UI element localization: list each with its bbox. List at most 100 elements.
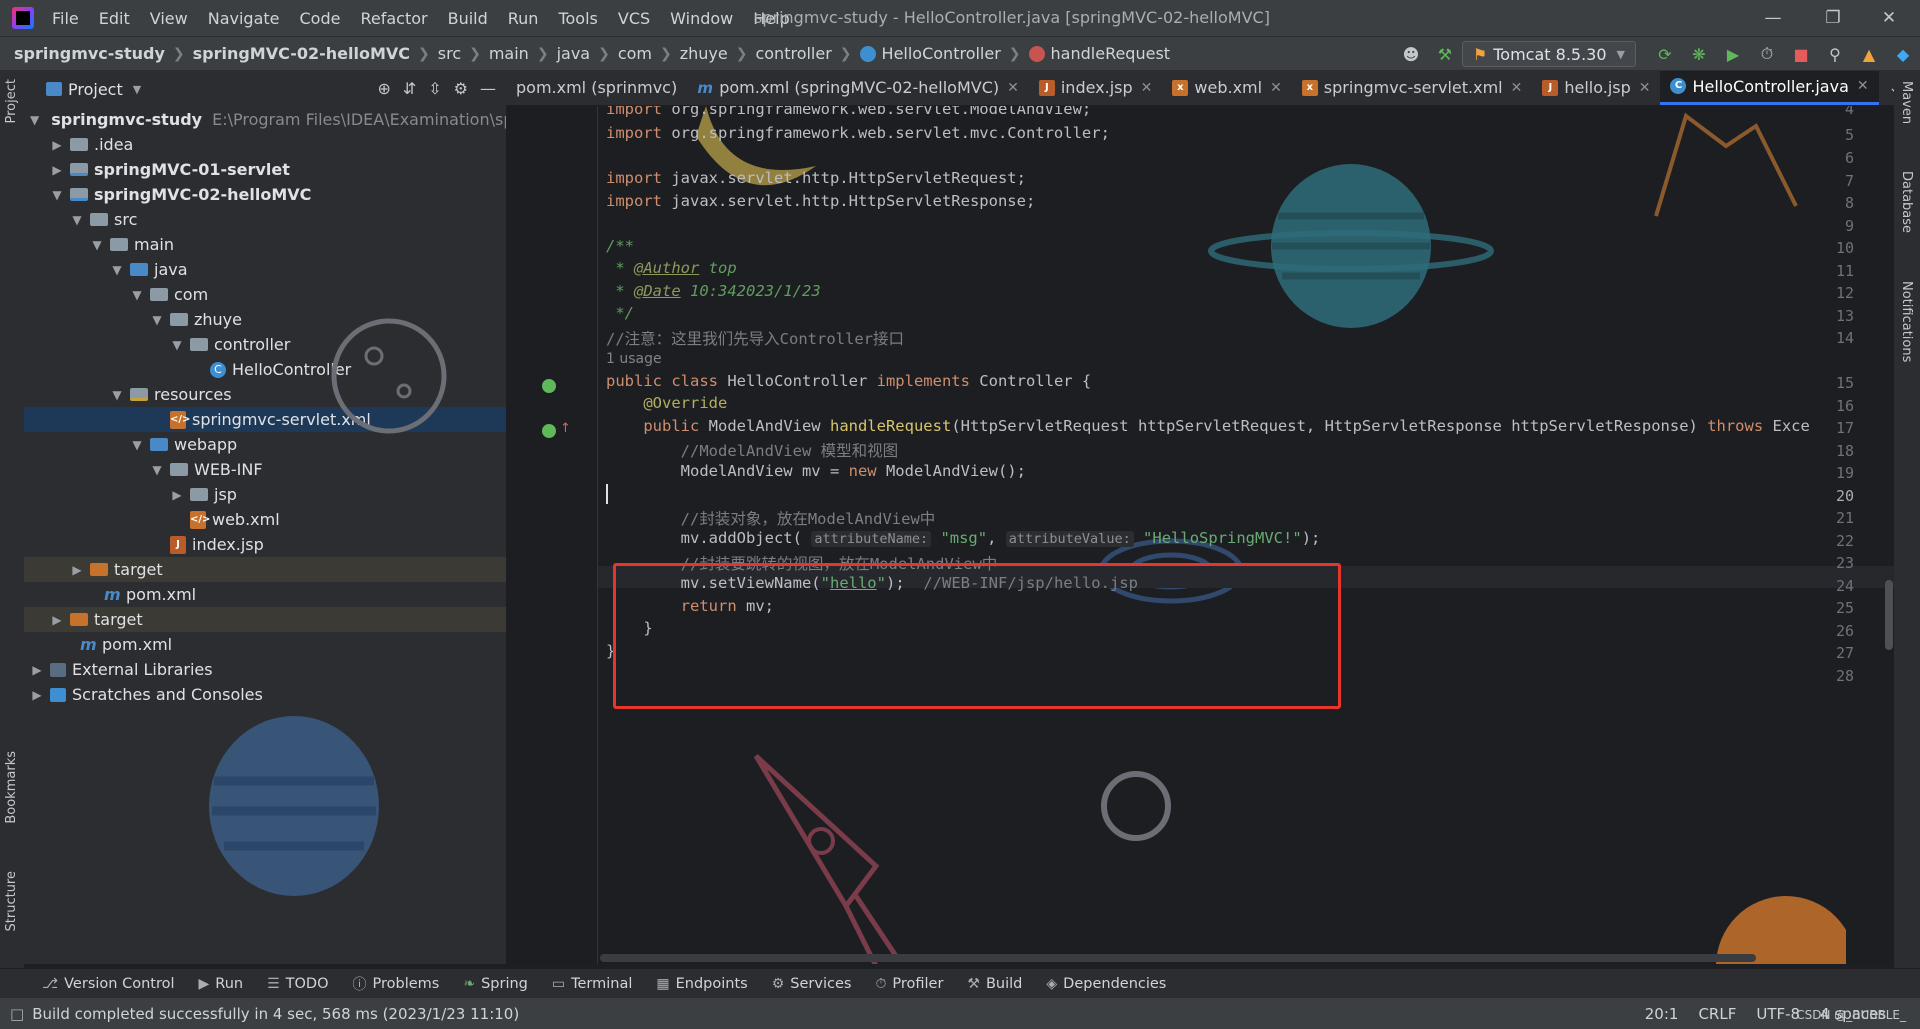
- vertical-scrollbar[interactable]: [1885, 580, 1893, 650]
- tool-problems[interactable]: ⓘ Problems: [353, 974, 440, 994]
- coverage-icon[interactable]: ▶: [1722, 43, 1744, 65]
- close-tab-icon[interactable]: ✕: [1141, 80, 1153, 96]
- build-hammer-icon[interactable]: ⚒: [1434, 43, 1456, 65]
- code-editor[interactable]: 4 5 6 7 8 9 10 11 12 13 14 15 16 17 18 1…: [506, 106, 1894, 964]
- collapse-all-icon[interactable]: ⇳: [428, 79, 441, 98]
- tool-spring[interactable]: ❧ Spring: [463, 976, 528, 992]
- tool-version-control[interactable]: ⎇ Version Control: [42, 976, 174, 992]
- menu-run[interactable]: Run: [508, 9, 539, 28]
- breadcrumb-module[interactable]: springMVC-02-helloMVC: [193, 44, 410, 63]
- implement-gutter-icon[interactable]: [542, 424, 556, 438]
- run-configuration-select[interactable]: ⚑ Tomcat 8.5.30 ▼: [1461, 41, 1636, 67]
- file-encoding[interactable]: UTF-8: [1756, 1005, 1800, 1023]
- tree-item[interactable]: ▼ springmvc-study E:\Program Files\IDEA\E…: [24, 107, 506, 132]
- toolbox-icon[interactable]: ◆: [1892, 43, 1914, 65]
- tool-run[interactable]: ▶ Run: [198, 976, 243, 992]
- debug-icon[interactable]: ❋: [1688, 43, 1710, 65]
- tool-dependencies[interactable]: ◈ Dependencies: [1046, 976, 1166, 992]
- override-gutter-icon[interactable]: ↑: [560, 421, 571, 436]
- tree-item[interactable]: ▼ com: [24, 282, 506, 307]
- tree-item[interactable]: J index.jsp: [24, 532, 506, 557]
- close-tab-icon[interactable]: ✕: [1511, 80, 1523, 96]
- expand-all-icon[interactable]: ⇵: [403, 79, 416, 98]
- chevron-down-icon[interactable]: ▼: [133, 83, 141, 96]
- breadcrumb-project[interactable]: springmvc-study: [14, 44, 165, 63]
- tree-item[interactable]: ▼ resources: [24, 382, 506, 407]
- close-tab-icon[interactable]: ✕: [1007, 80, 1019, 96]
- settings-gear-icon[interactable]: ⚙: [454, 79, 468, 98]
- tree-item[interactable]: m pom.xml: [24, 632, 506, 657]
- project-panel-title[interactable]: Project: [68, 80, 123, 99]
- tool-todo[interactable]: ☰ TODO: [267, 976, 328, 992]
- maven-tool-button[interactable]: Maven: [1899, 81, 1914, 124]
- tab-hello-jsp[interactable]: J hello.jsp ✕: [1532, 71, 1660, 105]
- menu-refactor[interactable]: Refactor: [360, 9, 427, 28]
- tree-item[interactable]: ▶ Scratches and Consoles: [24, 682, 506, 707]
- tab-pom-sprinmvc[interactable]: pom.xml (sprinmvc): [506, 71, 687, 105]
- tree-item[interactable]: ▶ target: [24, 607, 506, 632]
- chevron-up-icon[interactable]: ⌃: [1847, 106, 1859, 108]
- tree-item[interactable]: ▼ java: [24, 257, 506, 282]
- status-message[interactable]: Build completed successfully in 4 sec, 5…: [32, 1005, 519, 1023]
- project-tool-button[interactable]: Project: [4, 79, 19, 123]
- line-separator[interactable]: CRLF: [1698, 1005, 1736, 1023]
- tree-item[interactable]: ▶ jsp: [24, 482, 506, 507]
- profile-icon[interactable]: ⏱: [1756, 43, 1778, 65]
- tree-item[interactable]: ▶ .idea: [24, 132, 506, 157]
- restore-icon[interactable]: ❐: [1810, 4, 1856, 32]
- tree-item[interactable]: ▼ WEB-INF: [24, 457, 506, 482]
- notifications-tool-button[interactable]: Notifications: [1899, 281, 1914, 362]
- tree-item[interactable]: ▼ springMVC-02-helloMVC: [24, 182, 506, 207]
- tree-item[interactable]: ▼ webapp: [24, 432, 506, 457]
- breadcrumb-src[interactable]: src: [438, 44, 461, 63]
- menu-tools[interactable]: Tools: [558, 9, 597, 28]
- editor-gutter[interactable]: [506, 106, 598, 964]
- breadcrumb-method[interactable]: handleRequest: [1051, 44, 1171, 63]
- close-tab-icon[interactable]: ✕: [1270, 80, 1282, 96]
- breadcrumb-zhuye[interactable]: zhuye: [680, 44, 728, 63]
- breadcrumb-class[interactable]: HelloController: [882, 44, 1001, 63]
- close-window-icon[interactable]: ✕: [1866, 4, 1912, 32]
- hide-icon[interactable]: —: [480, 79, 496, 98]
- tree-item[interactable]: ▶ target: [24, 557, 506, 582]
- menu-vcs[interactable]: VCS: [618, 9, 650, 28]
- database-tool-button[interactable]: Database: [1899, 171, 1914, 233]
- menu-window[interactable]: Window: [670, 9, 733, 28]
- tool-profiler[interactable]: ⏱ Profiler: [875, 976, 943, 992]
- breadcrumb-com[interactable]: com: [618, 44, 652, 63]
- locate-icon[interactable]: ⊕: [377, 79, 390, 98]
- menu-edit[interactable]: Edit: [99, 9, 130, 28]
- menu-code[interactable]: Code: [300, 9, 341, 28]
- user-icon[interactable]: ☻: [1400, 43, 1422, 65]
- tree-item[interactable]: ▼ controller: [24, 332, 506, 357]
- menu-build[interactable]: Build: [448, 9, 488, 28]
- stop-icon[interactable]: ■: [1790, 43, 1812, 65]
- run-gutter-icon[interactable]: [542, 379, 556, 393]
- breadcrumb-main[interactable]: main: [489, 44, 529, 63]
- menu-navigate[interactable]: Navigate: [208, 9, 280, 28]
- tab-list-dropdown[interactable]: ⌄: [1879, 71, 1894, 105]
- tab-pom-hellomvc[interactable]: m pom.xml (springMVC-02-helloMVC) ✕: [687, 71, 1029, 105]
- rerun-icon[interactable]: ⟳: [1654, 43, 1676, 65]
- tree-item[interactable]: m pom.xml: [24, 582, 506, 607]
- breadcrumb-java[interactable]: java: [557, 44, 591, 63]
- minimize-icon[interactable]: —: [1750, 4, 1796, 32]
- tab-index-jsp[interactable]: J index.jsp ✕: [1029, 71, 1163, 105]
- tool-endpoints[interactable]: ▦ Endpoints: [656, 976, 747, 992]
- tool-services[interactable]: ⚙ Services: [772, 976, 852, 992]
- tree-item[interactable]: </> web.xml: [24, 507, 506, 532]
- structure-tool-button[interactable]: Structure: [4, 871, 19, 931]
- caret-position[interactable]: 20:1: [1645, 1005, 1679, 1023]
- breadcrumb-controller[interactable]: controller: [755, 44, 831, 63]
- menu-file[interactable]: File: [52, 9, 79, 28]
- usage-hint[interactable]: 1 usage: [606, 351, 662, 367]
- horizontal-scrollbar[interactable]: [600, 954, 1756, 962]
- tree-item-selected[interactable]: </> springmvc-servlet.xml: [24, 407, 506, 432]
- close-tab-icon[interactable]: ✕: [1639, 80, 1651, 96]
- search-icon[interactable]: ⚲: [1824, 43, 1846, 65]
- chevron-down-icon[interactable]: ⌄: [1865, 106, 1877, 108]
- inspection-widget[interactable]: ⚠ 3 ⌃ ⌄: [1806, 106, 1877, 108]
- tree-item[interactable]: ▶ springMVC-01-servlet: [24, 157, 506, 182]
- menu-view[interactable]: View: [150, 9, 188, 28]
- tool-build[interactable]: ⚒ Build: [967, 976, 1022, 992]
